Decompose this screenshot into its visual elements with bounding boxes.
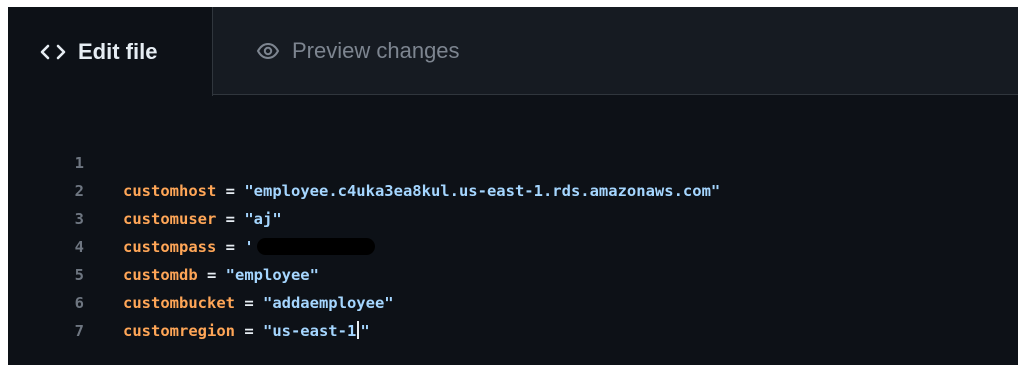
text-cursor [357, 321, 360, 339]
variable-name: customregion [123, 322, 235, 340]
tab-edit-file-label: Edit file [78, 38, 158, 64]
editor-tabbar: Edit file Preview changes [8, 7, 1018, 96]
code-editor[interactable]: 1 customhost = "employee.c4uka3ea8kul.us… [8, 121, 1018, 340]
code-line: 5 custombucket = "addaemployee" [8, 233, 1018, 312]
tab-edit-file[interactable]: Edit file [8, 7, 213, 96]
code-line: 4 customdb = "employee" [8, 205, 1018, 284]
file-editor: Edit file Preview changes 1 customhost =… [8, 7, 1018, 365]
assign-operator: = [234, 322, 263, 340]
line-number: 7 [74, 322, 84, 340]
eye-icon [256, 42, 280, 60]
code-line: 2 customuser = "aj" [8, 149, 1018, 228]
code-line: 6 customregion = "us-east-1 " [8, 261, 1018, 340]
tab-preview-changes[interactable]: Preview changes [213, 7, 533, 95]
code-icon [40, 43, 66, 61]
tab-preview-changes-label: Preview changes [292, 38, 460, 63]
code-line: 3 custompass = ' [8, 177, 1018, 256]
code-line: 1 customhost = "employee.c4uka3ea8kul.us… [8, 121, 1018, 200]
code-line: 7 [8, 289, 1018, 340]
string-value-end: " [360, 322, 370, 340]
string-value: "us-east-1 [262, 322, 357, 340]
